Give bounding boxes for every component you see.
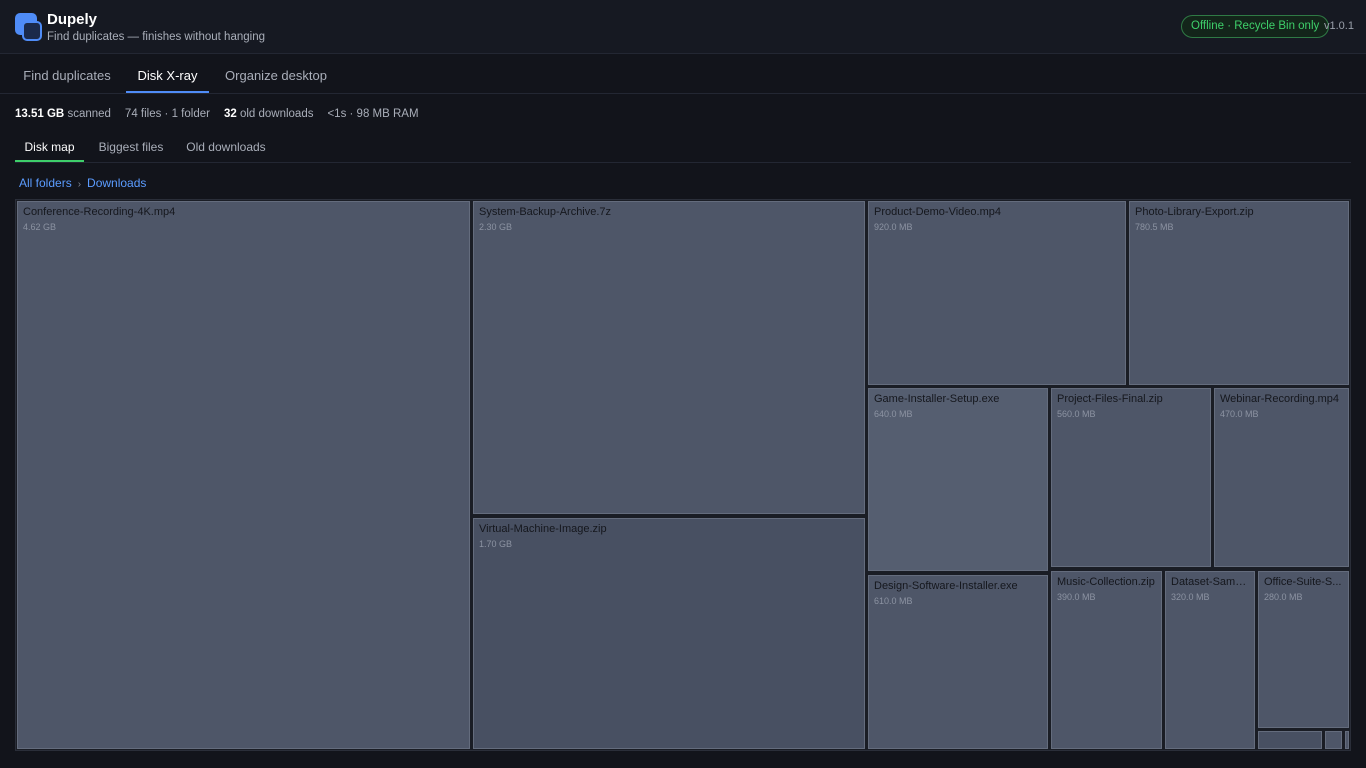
- tile-size: 780.5 MB: [1135, 222, 1174, 232]
- treemap-tile[interactable]: Dataset-Samp... 320.0 MB: [1165, 571, 1255, 749]
- treemap-tile-small[interactable]: [1325, 731, 1342, 749]
- old-downloads-count: 32: [223, 108, 237, 120]
- subtab-old-downloads[interactable]: Old downloads: [182, 134, 270, 162]
- file-count: 74 files · 1 folder: [124, 108, 210, 120]
- tab-find-duplicates[interactable]: Find duplicates: [12, 55, 122, 93]
- disk-treemap: Conference-Recording-4K.mp4 4.62 GB Syst…: [15, 199, 1351, 751]
- tile-name: Office-Suite-S...: [1264, 576, 1342, 588]
- old-downloads-label: old downloads: [239, 108, 314, 120]
- treemap-tile[interactable]: Game-Installer-Setup.exe 640.0 MB: [868, 388, 1048, 571]
- tile-name: Conference-Recording-4K.mp4: [23, 206, 176, 218]
- treemap-tile-small[interactable]: [1345, 731, 1349, 749]
- scan-stats: 13.51 GB scanned 74 files · 1 folder 32 ol…: [15, 108, 419, 120]
- breadcrumb-separator: ›: [77, 179, 82, 190]
- treemap-tile[interactable]: Virtual-Machine-Image.zip 1.70 GB: [473, 518, 865, 749]
- tile-size: 390.0 MB: [1057, 592, 1096, 602]
- status-badge: Offline · Recycle Bin only: [1181, 15, 1330, 38]
- tile-size: 640.0 MB: [874, 409, 913, 419]
- tile-name: Design-Software-Installer.exe: [874, 580, 1018, 592]
- treemap-tile[interactable]: Project-Files-Final.zip 560.0 MB: [1051, 388, 1211, 567]
- tile-name: Music-Collection.zip: [1057, 576, 1155, 588]
- treemap-tile-small[interactable]: [1258, 731, 1322, 749]
- treemap-tile[interactable]: Design-Software-Installer.exe 610.0 MB: [868, 575, 1048, 749]
- tile-name: Project-Files-Final.zip: [1057, 393, 1163, 405]
- tile-name: Webinar-Recording.mp4: [1220, 393, 1340, 405]
- breadcrumb-downloads[interactable]: Downloads: [87, 176, 146, 190]
- breadcrumb-all-folders[interactable]: All folders: [19, 176, 72, 190]
- tile-name: Product-Demo-Video.mp4: [874, 206, 1001, 218]
- treemap-tile[interactable]: Product-Demo-Video.mp4 920.0 MB: [868, 201, 1126, 385]
- tile-size: 1.70 GB: [479, 539, 513, 549]
- main-tabs: Find duplicates Disk X-ray Organize desk…: [0, 55, 1366, 94]
- sub-tabs: Disk map Biggest files Old downloads: [15, 134, 1351, 163]
- app-subtitle: Find duplicates — finishes without hangi…: [47, 31, 265, 43]
- scanned-label: scanned: [67, 108, 111, 120]
- treemap-tile[interactable]: System-Backup-Archive.7z 2.30 GB: [473, 201, 865, 514]
- app-logo-icon: [15, 13, 43, 43]
- treemap-tile[interactable]: Photo-Library-Export.zip 780.5 MB: [1129, 201, 1349, 385]
- tile-name: Game-Installer-Setup.exe: [874, 393, 1000, 405]
- breadcrumb: All folders › Downloads: [19, 176, 146, 190]
- tile-size: 320.0 MB: [1171, 592, 1210, 602]
- tile-size: 280.0 MB: [1264, 592, 1303, 602]
- tile-size: 4.62 GB: [23, 222, 57, 232]
- app-header: Dupely Find duplicates — finishes withou…: [0, 0, 1366, 54]
- tile-name: Virtual-Machine-Image.zip: [479, 523, 607, 535]
- tile-size: 2.30 GB: [479, 222, 513, 232]
- subtab-biggest-files[interactable]: Biggest files: [93, 134, 169, 162]
- tile-name: Dataset-Samp...: [1171, 576, 1250, 588]
- tile-size: 920.0 MB: [874, 222, 913, 232]
- tile-size: 610.0 MB: [874, 596, 913, 606]
- app-title: Dupely: [47, 11, 98, 28]
- treemap-tile[interactable]: Webinar-Recording.mp4 470.0 MB: [1214, 388, 1349, 567]
- tab-organize-desktop[interactable]: Organize desktop: [215, 55, 337, 93]
- version-label: v1.0.1: [1324, 20, 1354, 32]
- treemap-tile[interactable]: Music-Collection.zip 390.0 MB: [1051, 571, 1162, 749]
- treemap-tile[interactable]: Conference-Recording-4K.mp4 4.62 GB: [17, 201, 470, 749]
- treemap-tile[interactable]: Office-Suite-S... 280.0 MB: [1258, 571, 1349, 728]
- tile-size: 470.0 MB: [1220, 409, 1259, 419]
- tab-disk-x-ray[interactable]: Disk X-ray: [126, 55, 209, 93]
- scanned-size: 13.51 GB: [15, 108, 65, 120]
- subtab-disk-map[interactable]: Disk map: [15, 134, 84, 162]
- tile-name: System-Backup-Archive.7z: [479, 206, 612, 218]
- tile-size: 560.0 MB: [1057, 409, 1096, 419]
- performance-stats: <1s · 98 MB RAM: [327, 108, 419, 120]
- tile-name: Photo-Library-Export.zip: [1135, 206, 1254, 218]
